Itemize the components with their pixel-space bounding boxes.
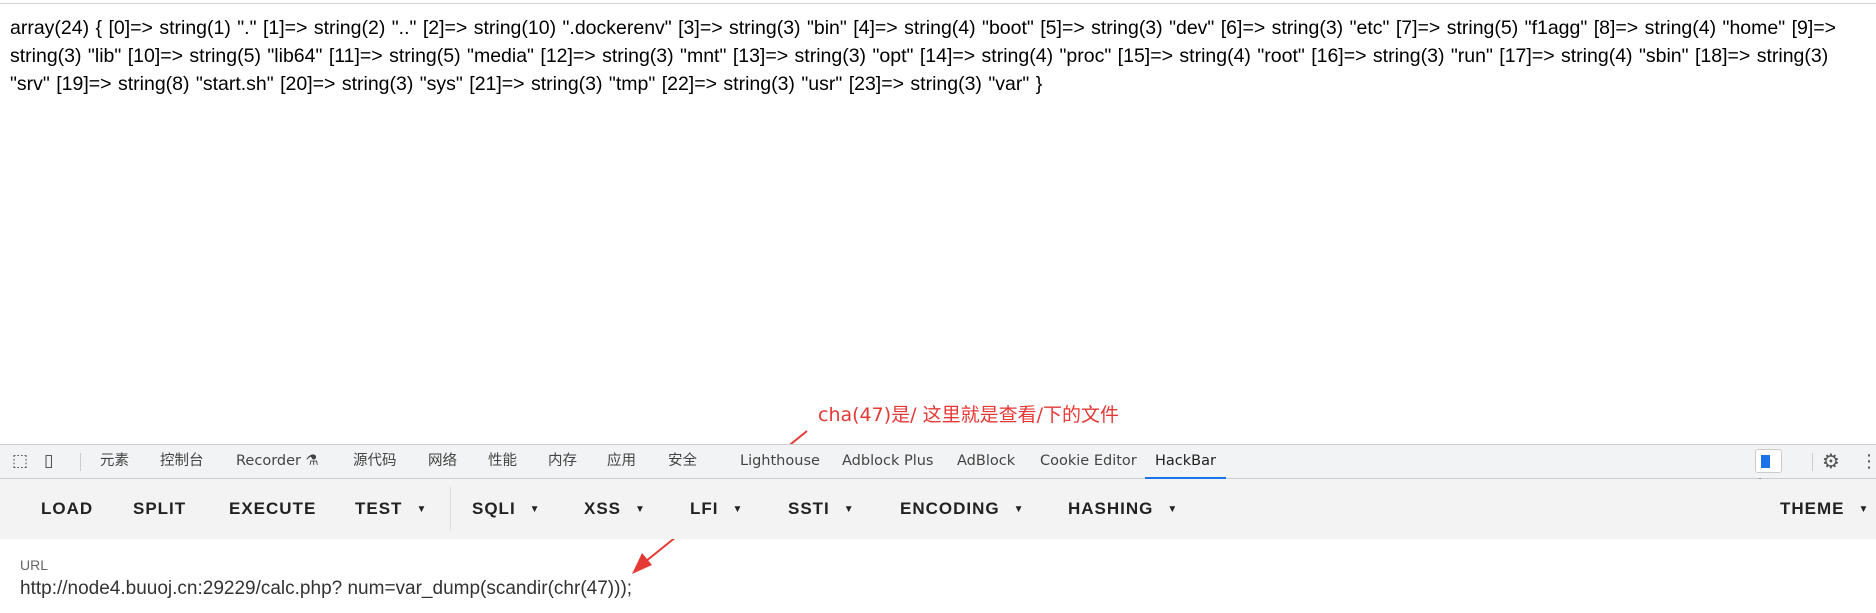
tab-sources[interactable]: 源代码 bbox=[353, 445, 397, 479]
inspect-element-icon[interactable]: ⬚ bbox=[12, 445, 28, 479]
device-toolbar-icon[interactable]: ▯ bbox=[44, 445, 53, 479]
tab-lighthouse[interactable]: Lighthouse bbox=[740, 445, 820, 479]
split-button[interactable]: SPLIT bbox=[133, 479, 186, 539]
more-options-icon[interactable]: ⋮ bbox=[1860, 445, 1876, 479]
toolbar-divider bbox=[450, 487, 451, 531]
caret-down-icon: ▼ bbox=[1013, 504, 1025, 515]
tab-console[interactable]: 控制台 bbox=[160, 445, 204, 479]
issues-icon bbox=[1761, 455, 1770, 468]
theme-dropdown[interactable]: THEME ▼ bbox=[1780, 479, 1869, 539]
tab-adblock[interactable]: AdBlock bbox=[957, 445, 1015, 479]
caret-down-icon: ▼ bbox=[635, 504, 646, 515]
tab-adblock-plus[interactable]: Adblock Plus bbox=[842, 445, 933, 479]
test-dropdown[interactable]: TEST ▼ bbox=[355, 479, 427, 539]
tab-network[interactable]: 网络 bbox=[428, 445, 457, 479]
settings-gear-icon[interactable]: ⚙ bbox=[1822, 445, 1840, 479]
lfi-dropdown[interactable]: LFI ▼ bbox=[690, 479, 743, 539]
tab-recorder[interactable]: Recorder ⚗ bbox=[236, 445, 319, 479]
annotation-text: cha(47)是/ 这里就是查看/下的文件 bbox=[818, 404, 1119, 426]
caret-down-icon: ▼ bbox=[1167, 504, 1179, 515]
caret-down-icon: ▼ bbox=[416, 504, 428, 515]
tab-elements[interactable]: 元素 bbox=[100, 445, 129, 479]
caret-down-icon: ▼ bbox=[732, 504, 744, 515]
var-dump-output: array(24) { [0]=> string(1) "." [1]=> st… bbox=[10, 17, 1837, 95]
sqli-dropdown[interactable]: SQLI ▼ bbox=[472, 479, 541, 539]
encoding-dropdown[interactable]: ENCODING ▼ bbox=[900, 479, 1025, 539]
caret-down-icon: ▼ bbox=[529, 504, 541, 515]
load-button[interactable]: LOAD bbox=[41, 479, 93, 539]
ssti-dropdown[interactable]: SSTI ▼ bbox=[788, 479, 855, 539]
tab-memory[interactable]: 内存 bbox=[548, 445, 577, 479]
page-top-border bbox=[0, 0, 1876, 4]
tab-application[interactable]: 应用 bbox=[607, 445, 636, 479]
xss-dropdown[interactable]: XSS ▼ bbox=[584, 479, 646, 539]
tab-security[interactable]: 安全 bbox=[668, 445, 697, 479]
hackbar-toolbar: LOAD SPLIT EXECUTE TEST ▼ SQLI ▼ XSS ▼ LFI ▼… bbox=[0, 479, 1876, 539]
caret-down-icon: ▼ bbox=[843, 504, 855, 515]
url-input[interactable]: http://node4.buuoj.cn:29229/calc.php? nu… bbox=[20, 578, 632, 600]
devtools-tab-bar: ⬚ ▯ 元素 控制台 Recorder ⚗ 源代码 网络 性能 内存 应用 安全… bbox=[0, 444, 1876, 491]
issues-badge[interactable]: 1 bbox=[1755, 449, 1782, 491]
tab-performance[interactable]: 性能 bbox=[488, 445, 517, 479]
execute-button[interactable]: EXECUTE bbox=[229, 479, 316, 539]
caret-down-icon: ▼ bbox=[1858, 504, 1870, 515]
hashing-dropdown[interactable]: HASHING ▼ bbox=[1068, 479, 1178, 539]
tab-cookie-editor[interactable]: Cookie Editor bbox=[1040, 445, 1137, 479]
url-label: URL bbox=[20, 557, 49, 573]
tab-hackbar[interactable]: HackBar bbox=[1145, 445, 1226, 479]
